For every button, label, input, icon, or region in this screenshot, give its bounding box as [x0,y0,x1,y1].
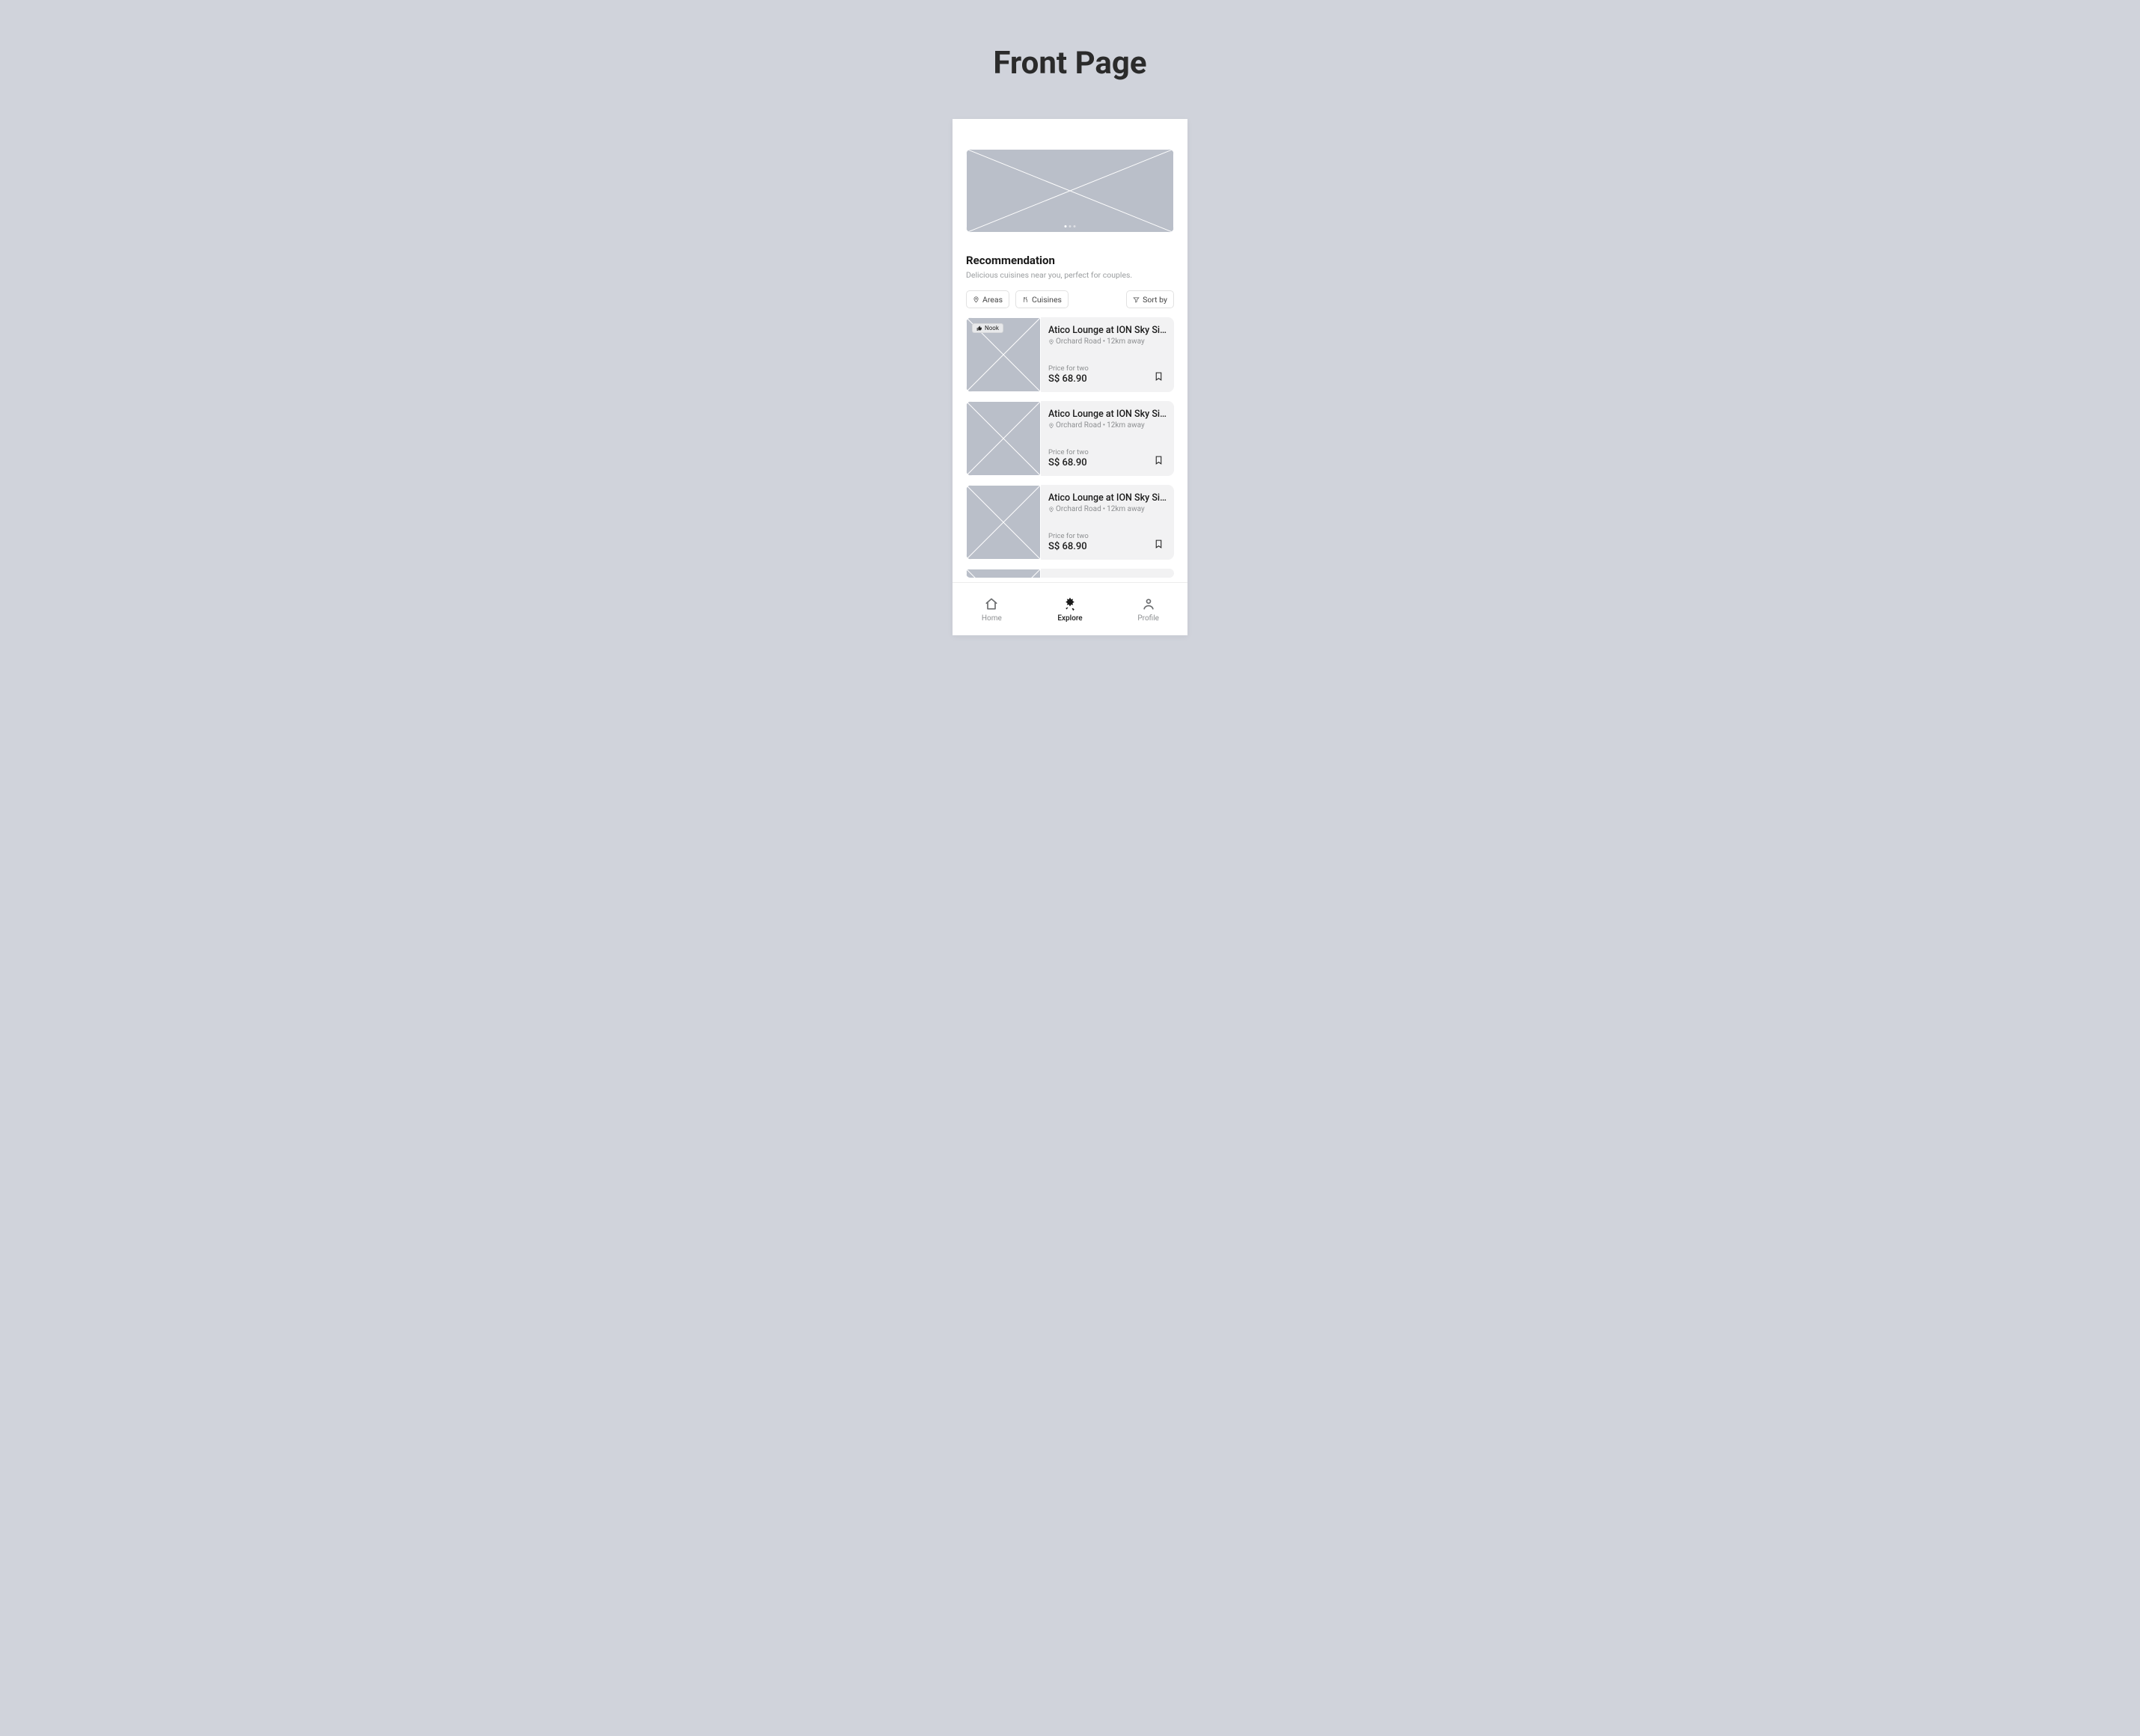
section-subtitle: Delicious cuisines near you, perfect for… [966,270,1174,280]
placeholder-cross-icon [966,569,1041,578]
device-frame: Recommendation Delicious cuisines near y… [953,119,1187,635]
thumbs-up-icon [976,326,982,331]
nav-home[interactable]: Home [953,583,1031,635]
map-pin-icon [1048,423,1054,429]
hero-carousel[interactable] [966,149,1174,233]
card-thumbnail [966,569,1041,578]
filter-cuisines-button[interactable]: Cuisines [1015,290,1069,308]
nav-home-label: Home [982,614,1002,623]
bookmark-button[interactable] [1152,536,1165,552]
nav-explore-label: Explore [1057,614,1082,623]
filter-icon [1133,296,1140,303]
card-distance: 12km away [1107,505,1145,513]
profile-icon [1141,596,1156,611]
bookmark-button[interactable] [1152,452,1165,468]
cutlery-icon [1022,296,1029,303]
price-label: Price for two [1048,532,1089,540]
bookmark-icon [1154,538,1164,550]
bookmark-icon [1154,370,1164,382]
page-title: Front Page [0,45,2140,82]
price-value: S$ 68.90 [1048,457,1089,468]
filter-row: Areas Cuisines Sort by [966,290,1174,308]
card-thumbnail: Nook [966,317,1041,392]
nav-explore[interactable]: Explore [1031,583,1110,635]
card-thumbnail [966,401,1041,476]
placeholder-cross-icon [966,401,1041,476]
card-meta: Orchard Road • 12km away [1048,505,1171,513]
home-icon [984,596,999,611]
card-distance: 12km away [1107,421,1145,430]
card-thumbnail [966,485,1041,560]
map-pin-icon [1048,339,1054,345]
filter-areas-button[interactable]: Areas [966,290,1009,308]
scroll-area[interactable]: Recommendation Delicious cuisines near y… [953,119,1187,582]
restaurant-card[interactable]: Atico Lounge at ION Sky Si… Orchard Road… [966,485,1174,560]
map-pin-icon [973,296,979,303]
filter-cuisines-label: Cuisines [1032,295,1062,305]
nav-profile[interactable]: Profile [1109,583,1187,635]
section-title: Recommendation [966,254,1174,267]
sort-by-label: Sort by [1143,295,1167,305]
restaurant-card[interactable]: Nook Atico Lounge at ION Sky Si… Orchard… [966,317,1174,392]
restaurant-card[interactable]: Atico Lounge at ION Sky Si… Orchard Road… [966,401,1174,476]
card-title: Atico Lounge at ION Sky Si… [1048,325,1168,336]
price-label: Price for two [1048,448,1089,456]
price-value: S$ 68.90 [1048,541,1089,552]
bookmark-button[interactable] [1152,368,1165,385]
card-location: Orchard Road [1056,337,1101,346]
card-meta: Orchard Road • 12km away [1048,421,1171,430]
card-title: Atico Lounge at ION Sky Si… [1048,409,1168,420]
card-title: Atico Lounge at ION Sky Si… [1048,492,1168,504]
map-pin-icon [1048,507,1054,513]
restaurant-card[interactable] [966,569,1174,578]
explore-icon [1063,596,1077,611]
card-location: Orchard Road [1056,421,1101,430]
card-distance: 12km away [1107,337,1145,346]
price-value: S$ 68.90 [1048,373,1089,385]
card-meta: Orchard Road • 12km away [1048,337,1171,346]
bookmark-icon [1154,454,1164,466]
placeholder-cross-icon [966,485,1041,560]
card-badge-label: Nook [985,325,999,331]
sort-by-button[interactable]: Sort by [1126,290,1174,308]
bottom-nav: Home Explore Profile [953,582,1187,635]
carousel-dots [1065,225,1076,227]
nav-profile-label: Profile [1137,614,1159,623]
card-list: Nook Atico Lounge at ION Sky Si… Orchard… [966,317,1174,578]
card-badge: Nook [972,323,1003,333]
filter-areas-label: Areas [982,295,1003,305]
placeholder-cross-icon [966,149,1174,233]
card-location: Orchard Road [1056,505,1101,513]
price-label: Price for two [1048,364,1089,373]
